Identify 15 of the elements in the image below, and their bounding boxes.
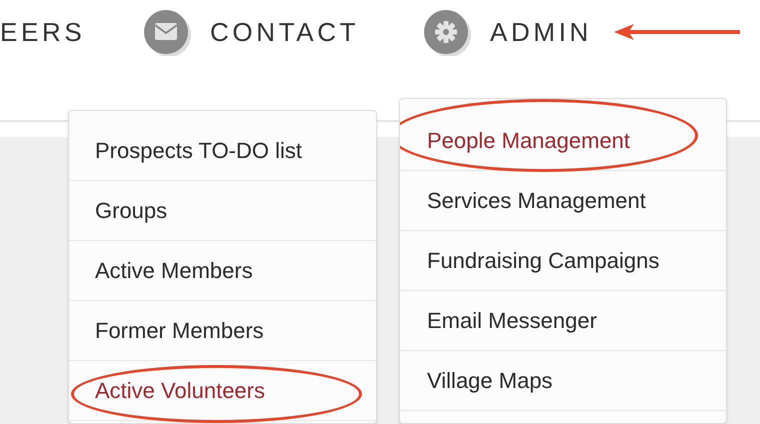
menu-item[interactable]: Email Messenger xyxy=(427,304,597,337)
menu-item[interactable]: Groups xyxy=(95,194,168,227)
settings-icon[interactable] xyxy=(424,8,472,56)
menu-item[interactable]: Active Volunteers xyxy=(95,374,265,407)
menu-item[interactable]: People Management xyxy=(427,124,630,157)
nav-link[interactable]: ADMIN xyxy=(490,19,592,45)
menu-item[interactable]: Prospects TO-DO list xyxy=(95,134,302,167)
nav-link[interactable]: CONTACT xyxy=(210,19,360,45)
nav-link[interactable]: EERS xyxy=(0,19,86,45)
menu-item[interactable]: Village Maps xyxy=(427,364,553,397)
menu-item[interactable]: Former Members xyxy=(95,314,264,347)
menu-item[interactable]: Services Management xyxy=(427,184,646,217)
menu-item[interactable]: Fundraising Campaigns xyxy=(427,244,660,277)
menu-item[interactable]: Active Members xyxy=(95,254,253,287)
envelope-icon[interactable] xyxy=(144,8,192,56)
